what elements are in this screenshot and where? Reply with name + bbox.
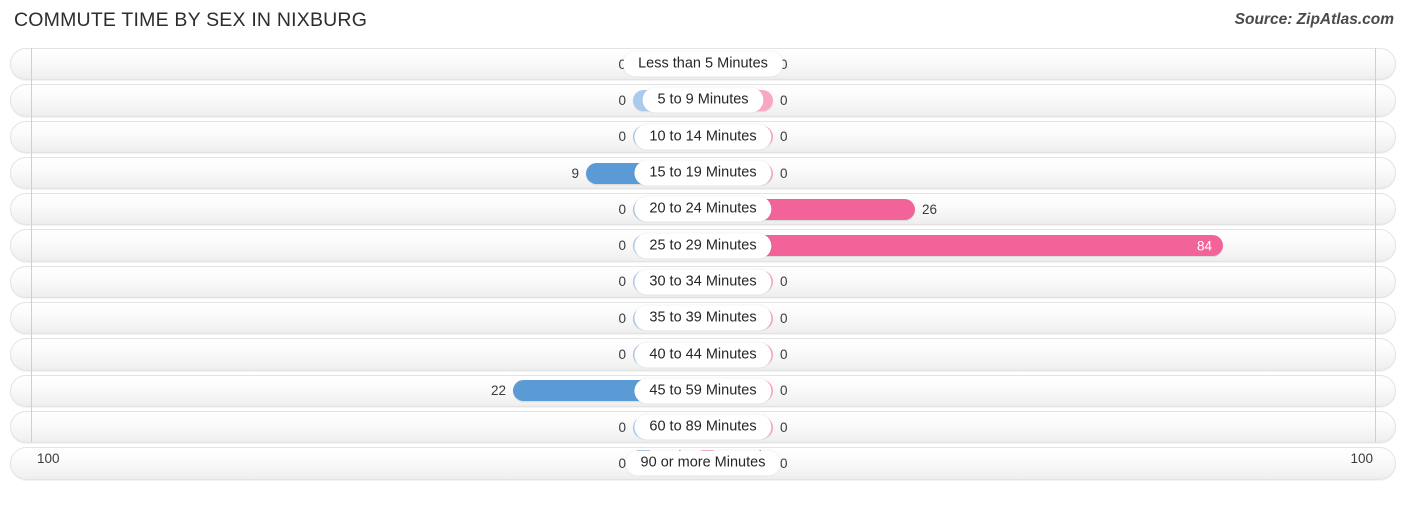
plot-area: 00Less than 5 Minutes005 to 9 Minutes001… <box>0 48 1406 480</box>
category-label: 30 to 34 Minutes <box>634 269 772 295</box>
male-half: 0 <box>11 85 703 115</box>
table-row[interactable]: 0 0 60 to 89 Minutes <box>10 410 1396 444</box>
category-label: 20 to 24 Minutes <box>634 196 772 222</box>
female-value-label: 0 <box>780 383 788 399</box>
male-value-label: 0 <box>618 129 626 145</box>
category-label: 90 or more Minutes <box>625 450 781 476</box>
category-label: 10 to 14 Minutes <box>634 124 772 150</box>
female-value-label: 0 <box>780 92 788 108</box>
male-half: 0 <box>11 194 703 224</box>
male-half: 0 <box>11 267 703 297</box>
table-row[interactable]: 9 0 15 to 19 Minutes <box>10 156 1396 190</box>
category-label: 25 to 29 Minutes <box>634 233 772 259</box>
source-attribution: Source: ZipAtlas.com <box>1234 11 1394 28</box>
male-half: 22 <box>11 376 703 406</box>
female-half: 0 <box>703 267 1395 297</box>
axis-line-right <box>1375 48 1376 442</box>
category-label: 60 to 89 Minutes <box>634 414 772 440</box>
female-half: 84 <box>703 230 1395 260</box>
female-value-label: 0 <box>780 274 788 290</box>
female-half: 0 <box>703 339 1395 369</box>
male-half: 0 <box>11 49 703 79</box>
table-row[interactable]: 0 0 35 to 39 Minutes <box>10 302 1396 335</box>
female-value-label: 0 <box>780 310 788 326</box>
male-half: 9 <box>11 158 703 188</box>
female-half: 0 <box>703 122 1395 152</box>
female-bar[interactable]: 84 <box>703 235 1223 257</box>
table-row[interactable]: 0 0 30 to 34 Minutes <box>10 265 1396 299</box>
page-title: COMMUTE TIME BY SEX IN NIXBURG <box>14 9 368 31</box>
category-label: 15 to 19 Minutes <box>634 160 772 186</box>
category-label: 40 to 44 Minutes <box>634 342 772 368</box>
female-half: 0 <box>703 412 1395 442</box>
table-row[interactable]: 0 0 40 to 44 Minutes <box>10 338 1396 371</box>
table-row[interactable]: 22 0 45 to 59 Minutes <box>10 374 1396 407</box>
table-row[interactable]: 0 0 5 to 9 Minutes <box>10 84 1396 117</box>
male-half: 0 <box>11 412 703 442</box>
male-half: 0 <box>11 122 703 152</box>
male-value-label: 0 <box>618 310 626 326</box>
male-value-label: 9 <box>571 165 579 181</box>
male-value-label: 0 <box>618 274 626 290</box>
category-label: 45 to 59 Minutes <box>634 378 772 404</box>
table-row[interactable]: 0 26 20 to 24 Minutes <box>10 193 1396 226</box>
category-label: Less than 5 Minutes <box>623 51 783 77</box>
table-row[interactable]: 00Less than 5 Minutes <box>10 48 1396 81</box>
male-half: 0 <box>11 339 703 369</box>
female-half: 0 <box>703 376 1395 406</box>
male-half: 0 <box>11 230 703 260</box>
female-value-label: 0 <box>780 129 788 145</box>
table-row[interactable]: 0 84 25 to 29 Minutes <box>10 229 1396 262</box>
bar-rows: 00Less than 5 Minutes005 to 9 Minutes001… <box>10 48 1396 484</box>
male-value-label: 22 <box>490 383 506 399</box>
female-half: 26 <box>703 194 1395 224</box>
female-value-label: 26 <box>922 201 938 217</box>
female-value-label: 0 <box>780 165 788 181</box>
male-value-label: 0 <box>618 347 626 363</box>
female-value-label: 0 <box>780 347 788 363</box>
category-label: 35 to 39 Minutes <box>634 305 772 331</box>
male-value-label: 0 <box>618 92 626 108</box>
axis-line-left <box>31 48 32 442</box>
female-value-label: 84 <box>1196 238 1212 254</box>
male-value-label: 0 <box>618 201 626 217</box>
chart-page: COMMUTE TIME BY SEX IN NIXBURG Source: Z… <box>0 0 1406 523</box>
male-value-label: 0 <box>618 238 626 254</box>
female-value-label: 0 <box>780 419 788 435</box>
male-half: 0 <box>11 303 703 333</box>
male-value-label: 0 <box>618 419 626 435</box>
female-half: 0 <box>703 85 1395 115</box>
female-half: 0 <box>703 303 1395 333</box>
female-half: 0 <box>703 49 1395 79</box>
table-row[interactable]: 0 0 10 to 14 Minutes <box>10 120 1396 153</box>
female-half: 0 <box>703 158 1395 188</box>
category-label: 5 to 9 Minutes <box>642 87 764 113</box>
